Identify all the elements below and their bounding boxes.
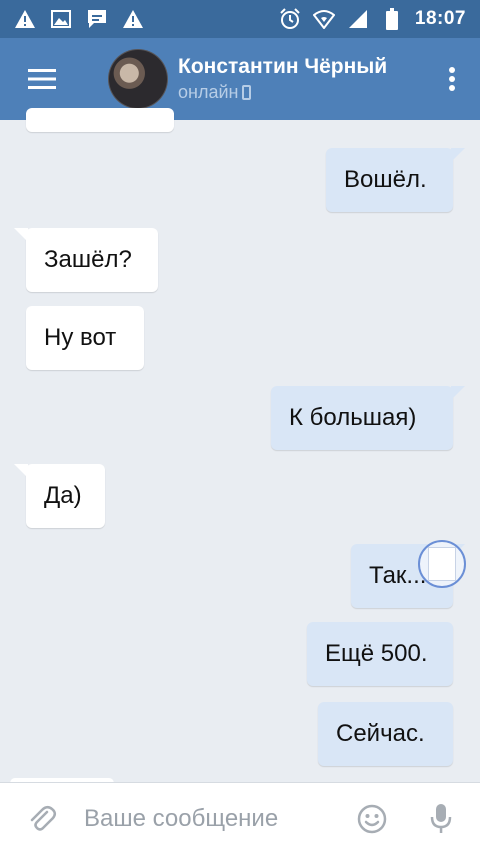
message-bubble-incoming[interactable]: Ну вот	[26, 306, 144, 370]
message-composer	[0, 782, 480, 854]
message-bubble-outgoing[interactable]: Сейчас.	[318, 702, 453, 766]
message-text: Ну вот	[44, 324, 117, 351]
voice-message-button[interactable]	[402, 783, 480, 854]
image-icon	[50, 8, 72, 30]
more-vertical-icon	[449, 67, 455, 91]
battery-icon	[381, 8, 403, 30]
message-bubble-outgoing[interactable]: Вошёл.	[326, 148, 465, 212]
alarm-icon	[279, 8, 301, 30]
warning-icon	[122, 8, 144, 30]
contact-name: Константин Чёрный	[178, 55, 388, 78]
warning-icon	[14, 8, 36, 30]
emoji-button[interactable]	[342, 783, 402, 854]
attach-button[interactable]	[0, 783, 84, 854]
signal-icon	[347, 8, 369, 30]
wifi-icon	[312, 8, 335, 30]
hamburger-icon	[28, 69, 56, 89]
status-bar: 18:07	[0, 0, 480, 38]
message-text: Да)	[44, 482, 82, 509]
message-bubble-incoming[interactable]: Да)	[14, 464, 105, 528]
message-bubble-partial	[26, 108, 174, 132]
message-text: Вошёл.	[344, 166, 427, 193]
message-text: Ещё 500.	[325, 640, 428, 667]
message-text: Сейчас.	[336, 720, 425, 747]
message-bubble-outgoing[interactable]: Ещё 500.	[307, 622, 453, 686]
avatar[interactable]	[108, 49, 168, 109]
smiley-icon	[357, 804, 387, 833]
screen-thumbnail-icon	[428, 547, 456, 581]
online-status-label: онлайн	[178, 82, 239, 102]
paperclip-icon	[30, 805, 56, 831]
mobile-phone-icon	[242, 84, 252, 100]
clock-time: 18:07	[414, 8, 466, 29]
message-bubble-incoming[interactable]: Зашёл?	[14, 228, 158, 292]
microphone-icon	[430, 803, 452, 833]
message-input[interactable]	[84, 798, 334, 839]
message-text: Зашёл?	[44, 246, 132, 273]
message-icon	[86, 8, 108, 30]
more-options-button[interactable]	[424, 38, 480, 120]
online-status: онлайн	[178, 80, 387, 104]
message-bubble-outgoing[interactable]: К большая)	[271, 386, 465, 450]
contact-info[interactable]: Константин Чёрный онлайн	[178, 54, 387, 104]
screen-recorder-overlay[interactable]	[418, 540, 466, 588]
message-text: К большая)	[289, 404, 417, 431]
